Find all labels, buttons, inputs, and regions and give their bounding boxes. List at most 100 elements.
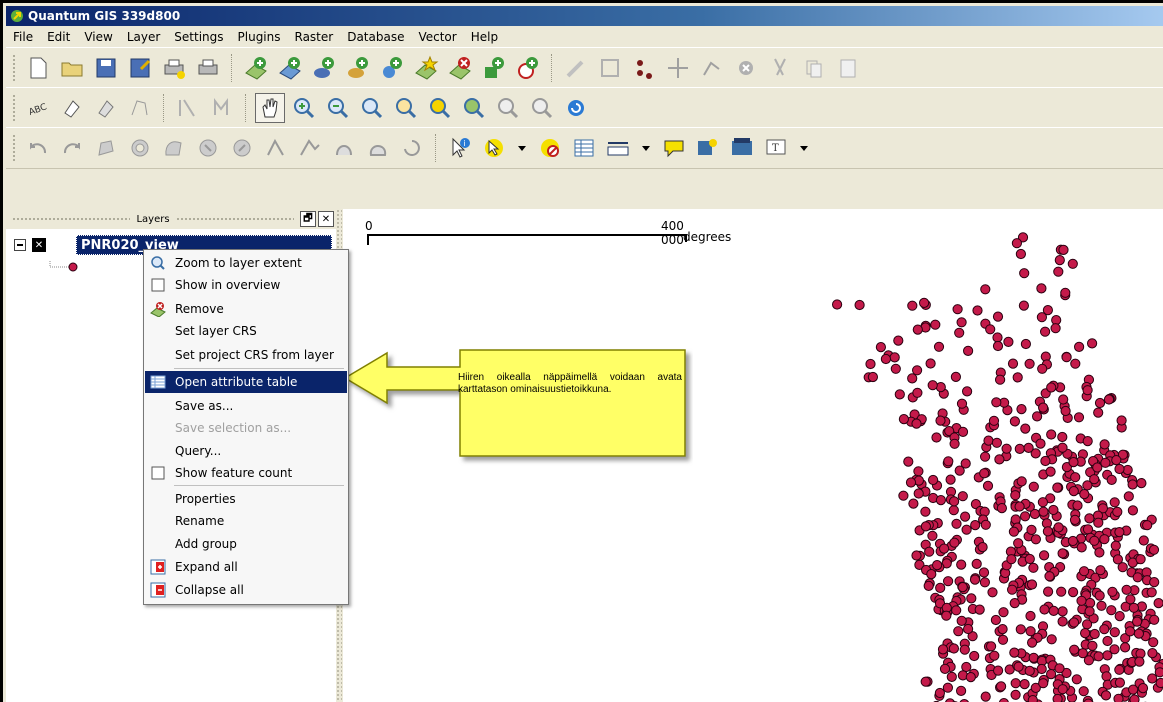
- reshape-features-button[interactable]: [261, 133, 291, 163]
- rotate-point-button[interactable]: [397, 133, 427, 163]
- menu-item-save-as[interactable]: Save as...: [145, 395, 347, 417]
- map-point: [1089, 628, 1100, 640]
- menu-plugins[interactable]: Plugins: [231, 30, 288, 44]
- add-vector-layer-button[interactable]: [241, 53, 271, 83]
- delete-selected-button[interactable]: [731, 53, 761, 83]
- menu-help[interactable]: Help: [464, 30, 505, 44]
- undo-button[interactable]: [23, 133, 53, 163]
- menu-vector[interactable]: Vector: [411, 30, 463, 44]
- map-tips-button[interactable]: [659, 133, 689, 163]
- split-features-button[interactable]: [329, 133, 359, 163]
- save-as-button[interactable]: [125, 53, 155, 83]
- select-features-button[interactable]: [479, 133, 509, 163]
- deselect-features-button[interactable]: [535, 133, 565, 163]
- menu-item-collapse-all[interactable]: Collapse all: [145, 579, 347, 601]
- open-attribute-table-button[interactable]: [569, 133, 599, 163]
- text-annotation-button[interactable]: T: [761, 133, 791, 163]
- digitize-ring-button[interactable]: [173, 93, 203, 123]
- menu-item-save-selection-as[interactable]: Save selection as...: [145, 417, 347, 439]
- select-features-dropdown[interactable]: [513, 133, 531, 163]
- cut-features-button[interactable]: [765, 53, 795, 83]
- zoom-last-button[interactable]: [493, 93, 523, 123]
- add-ring-button[interactable]: [125, 133, 155, 163]
- zoom-native-button[interactable]: [459, 93, 489, 123]
- digitize-part-button[interactable]: [207, 93, 237, 123]
- menu-item-show-in-overview[interactable]: Show in overview: [145, 274, 347, 296]
- new-shapefile-layer-button[interactable]: [411, 53, 441, 83]
- merge-features-button[interactable]: [363, 133, 393, 163]
- float-panel-button[interactable]: 🗗: [300, 211, 316, 227]
- add-postgis-layer-button[interactable]: [309, 53, 339, 83]
- refresh-button[interactable]: [561, 93, 591, 123]
- new-bookmark-button[interactable]: [693, 133, 723, 163]
- map-point: [971, 558, 982, 569]
- open-project-button[interactable]: [57, 53, 87, 83]
- menu-item-set-project-crs[interactable]: Set project CRS from layer: [145, 344, 347, 366]
- menu-settings[interactable]: Settings: [167, 30, 230, 44]
- menu-item-properties[interactable]: Properties: [145, 488, 347, 510]
- menu-item-set-layer-crs[interactable]: Set layer CRS: [145, 320, 347, 342]
- toolbar-grip[interactable]: [12, 54, 16, 82]
- print-button[interactable]: [193, 53, 223, 83]
- map-point: [1110, 540, 1121, 551]
- new-project-button[interactable]: [23, 53, 53, 83]
- node-tool-button[interactable]: [697, 53, 727, 83]
- layer-visibility-checkbox[interactable]: ✕: [32, 238, 46, 252]
- zoom-selection-button[interactable]: [391, 93, 421, 123]
- map-point: [997, 624, 1008, 635]
- copy-features-button[interactable]: [799, 53, 829, 83]
- menu-raster[interactable]: Raster: [288, 30, 341, 44]
- zoom-in-button[interactable]: [289, 93, 319, 123]
- menu-item-show-feature-count[interactable]: Show feature count: [145, 462, 347, 484]
- close-panel-button[interactable]: ✕: [318, 211, 334, 227]
- save-project-button[interactable]: [91, 53, 121, 83]
- zoom-full-button[interactable]: [357, 93, 387, 123]
- add-delimited-text-button[interactable]: [479, 53, 509, 83]
- measure-line-button[interactable]: [603, 133, 633, 163]
- measure-dropdown[interactable]: [637, 133, 655, 163]
- delete-ring-button[interactable]: [193, 133, 223, 163]
- move-label-button[interactable]: [57, 93, 87, 123]
- zoom-layer-button[interactable]: [425, 93, 455, 123]
- redo-button[interactable]: [57, 133, 87, 163]
- menu-item-add-group[interactable]: Add group: [145, 533, 347, 555]
- rotate-label-button[interactable]: [91, 93, 121, 123]
- add-part-button[interactable]: [159, 133, 189, 163]
- offset-curve-button[interactable]: [295, 133, 325, 163]
- new-print-composer-button[interactable]: [159, 53, 189, 83]
- menu-view[interactable]: View: [77, 30, 119, 44]
- delete-part-button[interactable]: [227, 133, 257, 163]
- menu-item-query[interactable]: Query...: [145, 440, 347, 462]
- annotation-dropdown[interactable]: [795, 133, 813, 163]
- toolbar-grip[interactable]: [12, 134, 16, 162]
- menu-edit[interactable]: Edit: [40, 30, 77, 44]
- add-wfs-layer-button[interactable]: [513, 53, 543, 83]
- remove-layer-button[interactable]: [445, 53, 475, 83]
- menu-database[interactable]: Database: [340, 30, 411, 44]
- add-point-button[interactable]: [629, 53, 659, 83]
- move-feature-button[interactable]: [663, 53, 693, 83]
- add-raster-layer-button[interactable]: [275, 53, 305, 83]
- simplify-feature-button[interactable]: [91, 133, 121, 163]
- menu-item-rename[interactable]: Rename: [145, 510, 347, 532]
- toolbar-grip[interactable]: [12, 94, 16, 122]
- menu-layer[interactable]: Layer: [120, 30, 167, 44]
- change-label-button[interactable]: [125, 93, 155, 123]
- menu-item-remove[interactable]: Remove: [145, 298, 347, 320]
- zoom-next-button[interactable]: [527, 93, 557, 123]
- menu-file[interactable]: File: [6, 30, 40, 44]
- save-edits-button[interactable]: [595, 53, 625, 83]
- menu-item-zoom-to-layer-extent[interactable]: Zoom to layer extent: [145, 252, 347, 274]
- add-spatialite-layer-button[interactable]: [343, 53, 373, 83]
- show-bookmarks-button[interactable]: [727, 133, 757, 163]
- pan-map-button[interactable]: [255, 93, 285, 123]
- collapse-icon[interactable]: [14, 239, 26, 251]
- label-tool-button[interactable]: ABC: [23, 93, 53, 123]
- zoom-out-button[interactable]: [323, 93, 353, 123]
- toggle-editing-button[interactable]: [561, 53, 591, 83]
- menu-item-open-attribute-table[interactable]: Open attribute table: [145, 371, 347, 393]
- menu-item-expand-all[interactable]: Expand all: [145, 556, 347, 578]
- paste-features-button[interactable]: [833, 53, 863, 83]
- add-wms-layer-button[interactable]: [377, 53, 407, 83]
- identify-features-button[interactable]: i: [445, 133, 475, 163]
